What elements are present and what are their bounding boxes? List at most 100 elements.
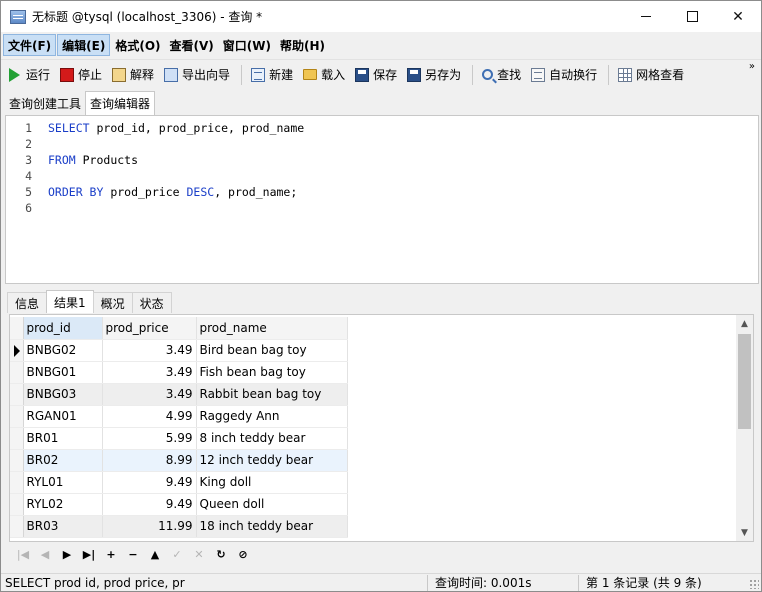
run-button[interactable]: 运行	[5, 63, 54, 87]
cell-prod-id[interactable]: RGAN01	[23, 405, 103, 428]
cell-prod-price[interactable]: 9.49	[102, 493, 197, 516]
find-button[interactable]: 查找	[478, 63, 525, 87]
menu-help[interactable]: 帮助(H)	[276, 34, 329, 56]
editor-line[interactable]: 5 ORDER BY prod_price DESC, prod_name;	[6, 184, 756, 200]
new-button[interactable]: 新建	[247, 63, 297, 87]
sql-editor[interactable]: 1 SELECT prod_id, prod_price, prod_name 2 3…	[5, 115, 759, 284]
result-grid[interactable]: prod_id prod_price prod_name BNBG02 3.49 B…	[9, 314, 754, 542]
title-bar: 无标题 @tysql (localhost_3306) - 查询 * ✕	[1, 1, 761, 32]
cell-prod-id[interactable]: BNBG02	[23, 339, 103, 362]
stop-loading-icon[interactable]: ⊘	[232, 544, 254, 564]
row-indicator[interactable]	[10, 515, 24, 538]
tab-profile[interactable]: 概况	[92, 292, 133, 313]
menu-format[interactable]: 格式(O)	[111, 34, 164, 56]
table-row[interactable]: BNBG02 3.49 Bird bean bag toy	[10, 339, 348, 362]
row-indicator[interactable]	[10, 493, 24, 516]
discard-changes-icon[interactable]: ✕	[188, 544, 210, 564]
cell-prod-id[interactable]: BR01	[23, 427, 103, 450]
cell-prod-name[interactable]: Raggedy Ann	[196, 405, 348, 428]
cell-prod-id[interactable]: BR02	[23, 449, 103, 472]
row-indicator[interactable]	[10, 405, 24, 428]
delete-record-icon[interactable]: −	[122, 544, 144, 564]
cell-prod-price[interactable]: 3.49	[102, 383, 197, 406]
previous-record-icon[interactable]: ◀	[34, 544, 56, 564]
table-row[interactable]: RYL01 9.49 King doll	[10, 471, 348, 494]
apply-changes-icon[interactable]: ✓	[166, 544, 188, 564]
stop-button[interactable]: 停止	[56, 63, 106, 87]
cell-prod-id[interactable]: BR03	[23, 515, 103, 538]
explain-button[interactable]: 解释	[108, 63, 158, 87]
cell-prod-price[interactable]: 8.99	[102, 449, 197, 472]
column-header-prod-price[interactable]: prod_price	[102, 317, 197, 340]
resize-grip-icon[interactable]	[749, 579, 759, 589]
editor-line[interactable]: 2	[6, 136, 756, 152]
cell-prod-name[interactable]: Rabbit bean bag toy	[196, 383, 348, 406]
cell-prod-id[interactable]: RYL02	[23, 493, 103, 516]
editor-line[interactable]: 4	[6, 168, 756, 184]
cell-prod-name[interactable]: Queen doll	[196, 493, 348, 516]
cell-prod-price[interactable]: 3.49	[102, 339, 197, 362]
last-record-icon[interactable]: ▶|	[78, 544, 100, 564]
close-button[interactable]: ✕	[715, 1, 761, 32]
row-indicator[interactable]	[10, 383, 24, 406]
cell-prod-price[interactable]: 11.99	[102, 515, 197, 538]
row-indicator[interactable]	[10, 471, 24, 494]
save-button[interactable]: 保存	[351, 63, 401, 87]
table-row[interactable]: BNBG01 3.49 Fish bean bag toy	[10, 361, 348, 384]
refresh-icon[interactable]: ↻	[210, 544, 232, 564]
menu-window[interactable]: 窗口(W)	[219, 34, 275, 56]
row-indicator[interactable]	[10, 339, 24, 362]
next-record-icon[interactable]: ▶	[56, 544, 78, 564]
menu-file[interactable]: 文件(F)	[3, 34, 57, 56]
cell-prod-id[interactable]: BNBG01	[23, 361, 103, 384]
editor-line[interactable]: 1 SELECT prod_id, prod_price, prod_name	[6, 120, 756, 136]
vertical-scrollbar[interactable]: ▲ ▼	[736, 315, 753, 541]
tab-info[interactable]: 信息	[7, 292, 48, 313]
menu-edit[interactable]: 编辑(E)	[57, 34, 111, 56]
grid-view-button[interactable]: 网格查看	[614, 63, 688, 87]
cell-prod-price[interactable]: 4.99	[102, 405, 197, 428]
edit-record-icon[interactable]: ▲	[144, 544, 166, 564]
load-button[interactable]: 载入	[299, 63, 349, 87]
table-row[interactable]: BR01 5.99 8 inch teddy bear	[10, 427, 348, 450]
editor-line[interactable]: 6	[6, 200, 756, 216]
word-wrap-button[interactable]: 自动换行	[527, 63, 601, 87]
cell-prod-price[interactable]: 3.49	[102, 361, 197, 384]
scroll-up-icon[interactable]: ▲	[736, 315, 753, 332]
cell-prod-price[interactable]: 9.49	[102, 471, 197, 494]
menu-view[interactable]: 查看(V)	[166, 34, 218, 56]
tab-query-builder[interactable]: 查询创建工具	[5, 92, 85, 115]
scroll-down-icon[interactable]: ▼	[736, 524, 753, 541]
maximize-button[interactable]	[669, 1, 715, 32]
cell-prod-name[interactable]: 12 inch teddy bear	[196, 449, 348, 472]
row-indicator[interactable]	[10, 361, 24, 384]
minimize-button[interactable]	[623, 1, 669, 32]
cell-prod-name[interactable]: 8 inch teddy bear	[196, 427, 348, 450]
table-row[interactable]: BR03 11.99 18 inch teddy bear	[10, 515, 348, 538]
row-indicator[interactable]	[10, 427, 24, 450]
export-wizard-button[interactable]: 导出向导	[160, 63, 234, 87]
table-row[interactable]: RYL02 9.49 Queen doll	[10, 493, 348, 516]
cell-prod-name[interactable]: King doll	[196, 471, 348, 494]
toolbar-overflow-icon[interactable]: »	[749, 62, 755, 72]
table-row[interactable]: BNBG03 3.49 Rabbit bean bag toy	[10, 383, 348, 406]
tab-result-1[interactable]: 结果1	[46, 290, 94, 313]
add-record-icon[interactable]: +	[100, 544, 122, 564]
save-as-button[interactable]: 另存为	[403, 63, 465, 87]
cell-prod-price[interactable]: 5.99	[102, 427, 197, 450]
scroll-thumb[interactable]	[738, 334, 751, 429]
row-indicator[interactable]	[10, 449, 24, 472]
cell-prod-name[interactable]: Fish bean bag toy	[196, 361, 348, 384]
cell-prod-name[interactable]: Bird bean bag toy	[196, 339, 348, 362]
editor-line[interactable]: 3 FROM Products	[6, 152, 756, 168]
first-record-icon[interactable]: |◀	[12, 544, 34, 564]
cell-prod-id[interactable]: RYL01	[23, 471, 103, 494]
tab-query-editor[interactable]: 查询编辑器	[85, 91, 156, 115]
table-row[interactable]: RGAN01 4.99 Raggedy Ann	[10, 405, 348, 428]
tab-status[interactable]: 状态	[131, 292, 172, 313]
column-header-prod-name[interactable]: prod_name	[196, 317, 348, 340]
column-header-prod-id[interactable]: prod_id	[23, 317, 103, 340]
cell-prod-id[interactable]: BNBG03	[23, 383, 103, 406]
cell-prod-name[interactable]: 18 inch teddy bear	[196, 515, 348, 538]
table-row[interactable]: BR02 8.99 12 inch teddy bear	[10, 449, 348, 472]
